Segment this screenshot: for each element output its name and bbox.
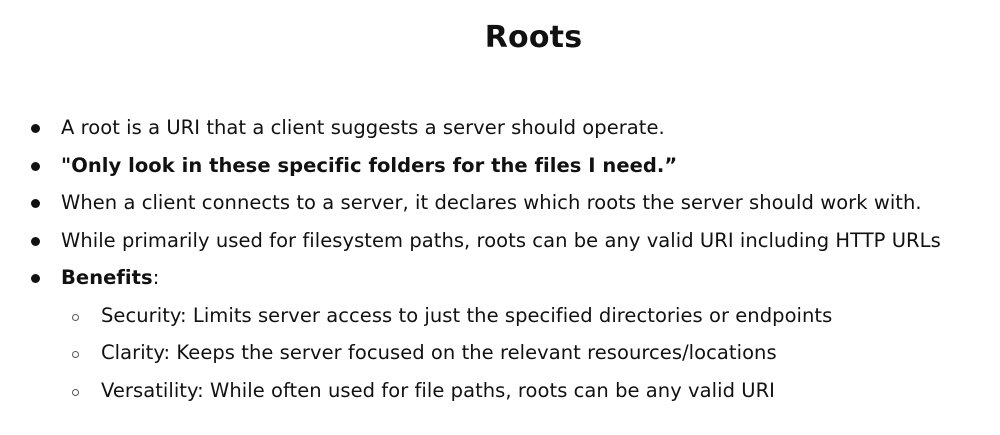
circle-bullet-icon <box>72 388 79 396</box>
benefits-label: Benefits <box>61 266 153 289</box>
list-item: A root is a URI that a client suggests a… <box>0 109 1000 147</box>
list-item-benefits: Benefits: <box>0 259 1000 297</box>
bullet-list: A root is a URI that a client suggests a… <box>0 109 1000 409</box>
list-item: While primarily used for filesystem path… <box>0 222 1000 260</box>
list-item-text: While primarily used for filesystem path… <box>61 228 941 252</box>
circle-bullet-icon <box>72 351 79 358</box>
list-item-quote: "Only look in these specific folders for… <box>61 153 678 177</box>
sub-list-item-text: Clarity: Keeps the server focused on the… <box>101 341 777 364</box>
bullet-icon <box>31 124 40 133</box>
list-item: "Only look in these specific folders for… <box>0 147 1000 185</box>
sub-list-item: Security: Limits server access to just t… <box>0 297 1000 335</box>
bullet-icon <box>31 199 40 208</box>
bullet-icon <box>31 274 40 283</box>
list-item-text: A root is a URI that a client suggests a… <box>61 116 665 139</box>
bullet-icon <box>31 236 40 246</box>
sub-list-item-text: Security: Limits server access to just t… <box>101 303 833 327</box>
list-item-text: When a client connects to a server, it d… <box>61 191 922 214</box>
sub-list-item: Versatility: While often used for file p… <box>0 372 1000 410</box>
sub-list-item-text: Versatility: While often used for file p… <box>101 378 775 402</box>
list-item: When a client connects to a server, it d… <box>0 184 1000 222</box>
page-title: Roots <box>484 20 583 55</box>
benefits-colon: : <box>152 266 160 289</box>
bullet-icon <box>31 161 40 171</box>
sub-list-item: Clarity: Keeps the server focused on the… <box>0 334 1000 372</box>
circle-bullet-icon <box>72 313 79 321</box>
